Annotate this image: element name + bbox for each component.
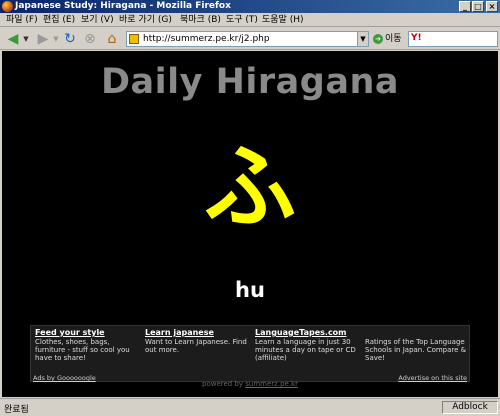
ad-title[interactable]: Learn japanese (145, 328, 251, 338)
ad-text: Clothes, shoes, bags, furniture - stuff … (35, 338, 130, 362)
window-title: Japanese Study: Hiragana - Mozilla Firef… (15, 1, 231, 11)
ad-title[interactable]: Feed your style (35, 328, 141, 338)
ad-item[interactable]: Learn japanese Want to Learn Japanese. F… (145, 328, 251, 354)
search-field[interactable]: Y! (408, 31, 498, 47)
hiragana-character: ふ (203, 134, 296, 241)
powered-by: powered by summerz.pe.kr (2, 380, 498, 388)
go-arrow-icon: ➔ (373, 33, 383, 44)
ad-text: Want to Learn Japanese. Find out more. (145, 338, 247, 354)
powered-prefix: powered by (202, 380, 246, 388)
ad-title[interactable]: LanguageTapes.com (255, 328, 361, 338)
back-arrow-icon[interactable]: ◀ (4, 31, 22, 47)
url-text: http://summerz.pe.kr/j2.php (143, 34, 270, 44)
forward-dropdown-icon[interactable]: ▼ (52, 31, 60, 47)
url-field[interactable]: http://summerz.pe.kr/j2.php ▼ (126, 31, 369, 47)
ad-text: Learn a language in just 30 minutes a da… (255, 338, 356, 362)
forward-arrow-icon[interactable]: ▶ (34, 31, 52, 47)
stop-icon[interactable]: ⊗ (82, 31, 98, 47)
firefox-icon (2, 1, 13, 12)
back-dropdown-icon[interactable]: ▼ (22, 31, 30, 47)
go-label: 이동 (385, 34, 402, 44)
reload-icon[interactable]: ↻ (62, 31, 78, 47)
close-button[interactable]: × (486, 1, 498, 12)
yahoo-search-icon[interactable]: Y! (411, 33, 422, 43)
menu-bar: 파일 (F) 편집 (E) 보기 (V) 바로 가기 (G) 북마크 (B) 도… (0, 13, 500, 27)
menu-bookmarks[interactable]: 북마크 (B) (178, 14, 223, 26)
ad-item[interactable]: Ratings of the Top Language Schools in J… (365, 338, 471, 362)
menu-go[interactable]: 바로 가기 (G) (117, 14, 174, 26)
home-icon[interactable]: ⌂ (104, 31, 120, 47)
go-button[interactable]: ➔ 이동 (373, 32, 402, 46)
maximize-button[interactable]: □ (472, 1, 484, 12)
page-title: Daily Hiragana (100, 62, 400, 102)
url-dropdown-icon[interactable]: ▼ (357, 32, 368, 46)
powered-link[interactable]: summerz.pe.kr (245, 380, 298, 388)
romaji-reading: hu (235, 278, 265, 302)
minimize-button[interactable]: _ (459, 1, 471, 12)
ad-item[interactable]: Feed your style Clothes, shoes, bags, fu… (35, 328, 141, 362)
menu-tools[interactable]: 도구 (T) (224, 14, 260, 26)
status-bar: 완료됨 Adblock (0, 398, 500, 416)
ad-item[interactable]: LanguageTapes.com Learn a language in ju… (255, 328, 361, 362)
ad-text: Ratings of the Top Language Schools in J… (365, 338, 467, 362)
navigation-toolbar: ◀ ▼ ▶ ▼ ↻ ⊗ ⌂ http://summerz.pe.kr/j2.ph… (0, 28, 500, 50)
adblock-button[interactable]: Adblock (442, 401, 498, 414)
status-text: 완료됨 (4, 405, 29, 415)
menu-edit[interactable]: 편집 (E) (41, 14, 77, 26)
menu-help[interactable]: 도움말 (H) (260, 14, 306, 26)
menu-file[interactable]: 파일 (F) (4, 14, 40, 26)
menu-view[interactable]: 보기 (V) (79, 14, 116, 26)
page-favicon-icon (129, 34, 139, 44)
window-titlebar: Japanese Study: Hiragana - Mozilla Firef… (0, 0, 500, 13)
page-content: Daily Hiragana ふ hu Feed your style Clot… (2, 51, 498, 397)
ads-box: Feed your style Clothes, shoes, bags, fu… (30, 325, 470, 382)
